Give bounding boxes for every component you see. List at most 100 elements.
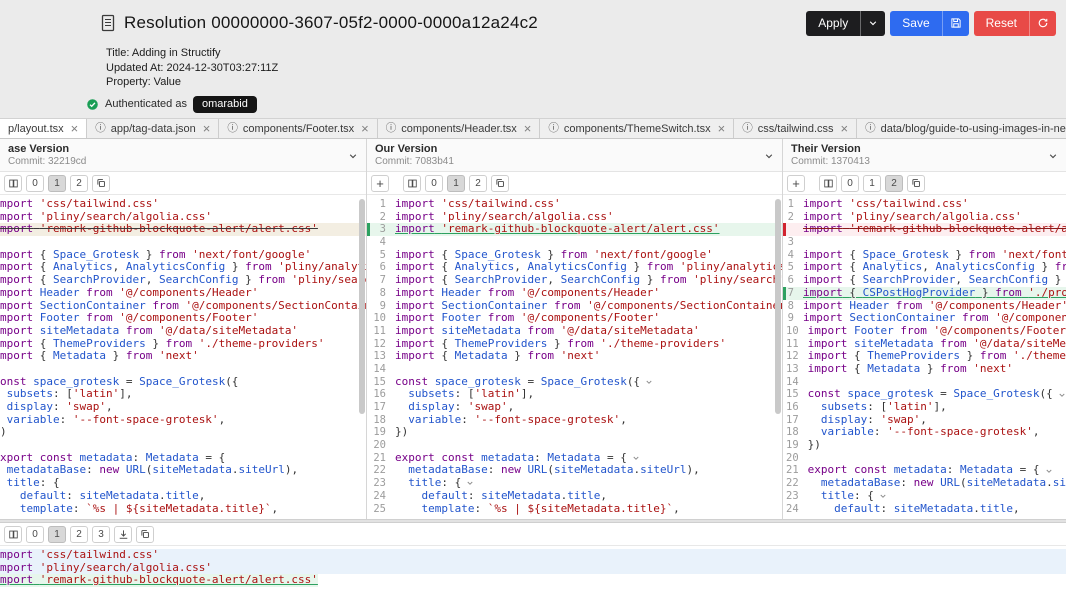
book-icon: [823, 178, 834, 189]
code-text: display: 'swap',: [395, 401, 514, 414]
code-line: 13import { Metadata } from 'next': [783, 363, 1066, 376]
auth-text: Authenticated as: [105, 98, 187, 110]
code-line: 4: [367, 236, 782, 249]
scrollbar-thumb[interactable]: [775, 199, 781, 414]
save-button[interactable]: Save: [890, 11, 968, 36]
line-number: 10: [786, 325, 808, 338]
file-tab[interactable]: ⓘcomponents/Header.tsx×: [378, 119, 541, 138]
reset-button[interactable]: Reset: [974, 11, 1056, 36]
info-icon[interactable]: ⓘ: [386, 123, 397, 134]
book-button[interactable]: [4, 175, 22, 192]
tab-label: p/layout.tsx: [8, 123, 64, 135]
code-line: metadataBase: new URL(siteMetadata.siteU…: [0, 464, 366, 477]
apply-button[interactable]: Apply: [806, 11, 885, 36]
context-1-button[interactable]: 1: [447, 175, 465, 192]
code-text: import siteMetadata from '@/data/siteMet…: [395, 325, 700, 338]
line-number: 16: [786, 401, 808, 414]
file-tab[interactable]: ⓘapp/tag-data.json×: [87, 119, 219, 138]
close-icon[interactable]: ×: [718, 122, 726, 135]
code-line: 22 metadataBase: new URL(siteMetadata.si…: [783, 477, 1066, 490]
code-line: 12import { ThemeProviders } from './them…: [783, 350, 1066, 363]
export-button[interactable]: [114, 526, 132, 543]
code-text: mport 'remark-github-blockquote-alert/al…: [0, 574, 318, 587]
context-2-button[interactable]: 2: [70, 175, 88, 192]
reset-icon-button[interactable]: [1029, 11, 1056, 36]
code-line: 15const space_grotesk = Space_Grotesk({: [367, 376, 782, 389]
close-icon[interactable]: ×: [71, 122, 79, 135]
code-line: 4import { Space_Grotesk } from 'next/fon…: [783, 249, 1066, 262]
fold-icon[interactable]: [879, 490, 887, 503]
code-line: 1import 'css/tailwind.css': [367, 198, 782, 211]
apply-button-label[interactable]: Apply: [806, 11, 860, 36]
scrollbar[interactable]: [359, 199, 365, 515]
pane-collapse-button[interactable]: [1048, 151, 1058, 161]
code-text: import Footer from '@/components/Footer': [808, 325, 1066, 338]
line-number: 3: [370, 223, 395, 236]
context-3-button[interactable]: 3: [92, 526, 110, 543]
scrollbar-thumb[interactable]: [359, 199, 365, 414]
line-number: 1: [786, 198, 803, 211]
copy-button[interactable]: [92, 175, 110, 192]
context-2-button[interactable]: 2: [885, 175, 903, 192]
save-button-label[interactable]: Save: [890, 11, 941, 36]
info-icon[interactable]: ⓘ: [742, 123, 753, 134]
close-icon[interactable]: ×: [841, 122, 849, 135]
code-line: 23 title: {: [367, 477, 782, 490]
pane-collapse-button[interactable]: [764, 151, 774, 161]
code-line: 3: [783, 236, 1066, 249]
code-text: import { Metadata } from 'next': [395, 350, 600, 363]
context-0-button[interactable]: 0: [26, 175, 44, 192]
book-button[interactable]: [403, 175, 421, 192]
context-1-button[interactable]: 1: [863, 175, 881, 192]
close-icon[interactable]: ×: [361, 122, 369, 135]
pane-collapse-button[interactable]: [348, 151, 358, 161]
copy-button[interactable]: [491, 175, 509, 192]
scrollbar[interactable]: [775, 199, 781, 515]
code-editor[interactable]: 1import 'css/tailwind.css'2import 'pliny…: [783, 195, 1066, 519]
save-icon-button[interactable]: [942, 11, 969, 36]
reset-button-label[interactable]: Reset: [974, 11, 1029, 36]
code-line: import 'remark-github-blockquote-alert/a…: [783, 223, 1066, 236]
code-editor[interactable]: mport 'css/tailwind.css'mport 'pliny/sea…: [0, 546, 1066, 600]
fold-icon[interactable]: [645, 376, 653, 389]
context-0-button[interactable]: 0: [26, 526, 44, 543]
code-editor[interactable]: mport 'css/tailwind.css'mport 'pliny/sea…: [0, 195, 366, 519]
fold-icon[interactable]: [1045, 464, 1053, 477]
copy-button[interactable]: [907, 175, 925, 192]
info-icon[interactable]: ⓘ: [548, 123, 559, 134]
info-icon[interactable]: ⓘ: [865, 123, 876, 134]
copy-button[interactable]: [136, 526, 154, 543]
fold-icon[interactable]: [632, 452, 640, 465]
file-tab[interactable]: ⓘdata/blog/guide-to-using-images-in-next…: [857, 119, 1066, 138]
context-0-button[interactable]: 0: [841, 175, 859, 192]
context-1-button[interactable]: 1: [48, 175, 66, 192]
context-0-button[interactable]: 0: [425, 175, 443, 192]
add-button[interactable]: +: [787, 175, 805, 192]
context-2-button[interactable]: 2: [469, 175, 487, 192]
file-tab[interactable]: ⓘcomponents/ThemeSwitch.tsx×: [540, 119, 734, 138]
book-button[interactable]: [819, 175, 837, 192]
info-icon[interactable]: ⓘ: [227, 123, 238, 134]
context-2-button[interactable]: 2: [70, 526, 88, 543]
line-number: 22: [786, 477, 808, 490]
context-1-button[interactable]: 1: [48, 526, 66, 543]
book-icon: [8, 178, 19, 189]
file-tab[interactable]: ⓘcss/tailwind.css×: [734, 119, 857, 138]
code-text: import 'pliny/search/algolia.css': [803, 211, 1022, 224]
code-editor[interactable]: 1import 'css/tailwind.css'2import 'pliny…: [367, 195, 782, 519]
line-number: [786, 223, 803, 236]
add-button[interactable]: +: [371, 175, 389, 192]
copy-icon: [140, 529, 150, 539]
close-icon[interactable]: ×: [203, 122, 211, 135]
line-number: 18: [786, 426, 808, 439]
close-icon[interactable]: ×: [524, 122, 532, 135]
apply-dropdown-button[interactable]: [860, 11, 885, 36]
book-button[interactable]: [4, 526, 22, 543]
fold-icon[interactable]: [1058, 388, 1066, 401]
file-tab[interactable]: ⓘcomponents/Footer.tsx×: [219, 119, 377, 138]
book-icon: [407, 178, 418, 189]
line-number: 16: [370, 388, 395, 401]
fold-icon[interactable]: [466, 477, 474, 490]
info-icon[interactable]: ⓘ: [95, 123, 106, 134]
file-tab[interactable]: p/layout.tsx ×: [0, 119, 87, 138]
